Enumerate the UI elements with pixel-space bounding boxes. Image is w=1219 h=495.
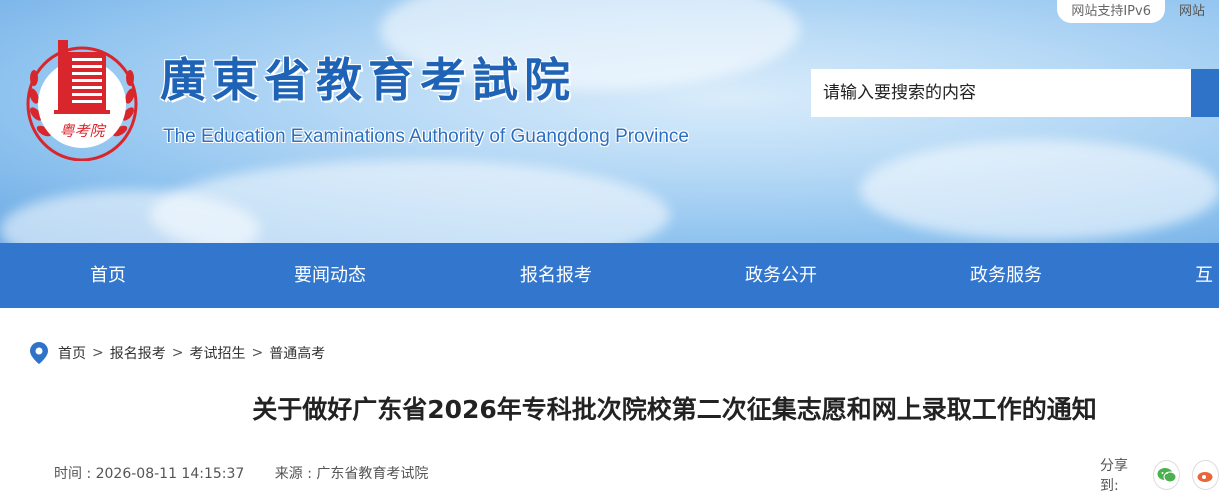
article-meta: 时间 : 2026-08-11 14:15:37 来源 : 广东省教育考试院 — [54, 463, 454, 483]
share-bar: 分享到: — [1100, 455, 1219, 495]
location-pin-icon — [30, 342, 48, 364]
article-source: 来源 : 广东省教育考试院 — [274, 466, 429, 482]
nav-item-government-affairs[interactable]: 政务公开 — [745, 243, 817, 308]
site-subtitle: The Education Examinations Authority of … — [163, 126, 689, 147]
wechat-share-icon[interactable] — [1153, 460, 1181, 490]
site-logo[interactable]: 粤考院 — [24, 36, 140, 161]
publish-time: 时间 : 2026-08-11 14:15:37 — [54, 466, 245, 482]
article-title: 关于做好广东省2026年专科批次院校第二次征集志愿和网上录取工作的通知 — [252, 395, 1097, 424]
share-label: 分享到: — [1100, 458, 1128, 494]
top-links: 网站支持IPv6 网站 — [1057, 0, 1219, 23]
search-input[interactable] — [811, 69, 1191, 117]
site-title: 廣東省教育考試院 — [160, 53, 576, 107]
cloud-decoration — [860, 140, 1219, 240]
breadcrumb-gaokao[interactable]: 普通高考 — [269, 343, 325, 363]
search-button[interactable] — [1191, 69, 1219, 117]
breadcrumb-exam-admission[interactable]: 考试招生 — [189, 343, 245, 363]
weibo-share-icon[interactable] — [1192, 460, 1219, 490]
nav-item-government-services[interactable]: 政务服务 — [970, 243, 1042, 308]
nav-item-registration[interactable]: 报名报考 — [520, 243, 592, 308]
nav-item-interaction[interactable]: 互 — [1195, 243, 1213, 308]
main-nav: 首页 要闻动态 报名报考 政务公开 政务服务 互 — [0, 243, 1219, 308]
emblem-text: 粤考院 — [59, 122, 106, 140]
breadcrumb-separator: > — [92, 345, 104, 361]
breadcrumb: 首页 > 报名报考 > 考试招生 > 普通高考 — [30, 342, 325, 364]
breadcrumb-separator: > — [171, 345, 184, 361]
top-link-secondary[interactable]: 网站 — [1175, 0, 1219, 23]
site-header: 网站支持IPv6 网站 粤考院 廣東省教育考試院 The Education E… — [0, 0, 1219, 243]
ipv6-link[interactable]: 网站支持IPv6 — [1057, 0, 1165, 23]
breadcrumb-separator: > — [251, 345, 264, 361]
breadcrumb-home[interactable]: 首页 — [58, 343, 86, 363]
nav-item-news[interactable]: 要闻动态 — [294, 243, 366, 308]
breadcrumb-registration[interactable]: 报名报考 — [110, 343, 166, 363]
nav-item-home[interactable]: 首页 — [90, 243, 126, 308]
